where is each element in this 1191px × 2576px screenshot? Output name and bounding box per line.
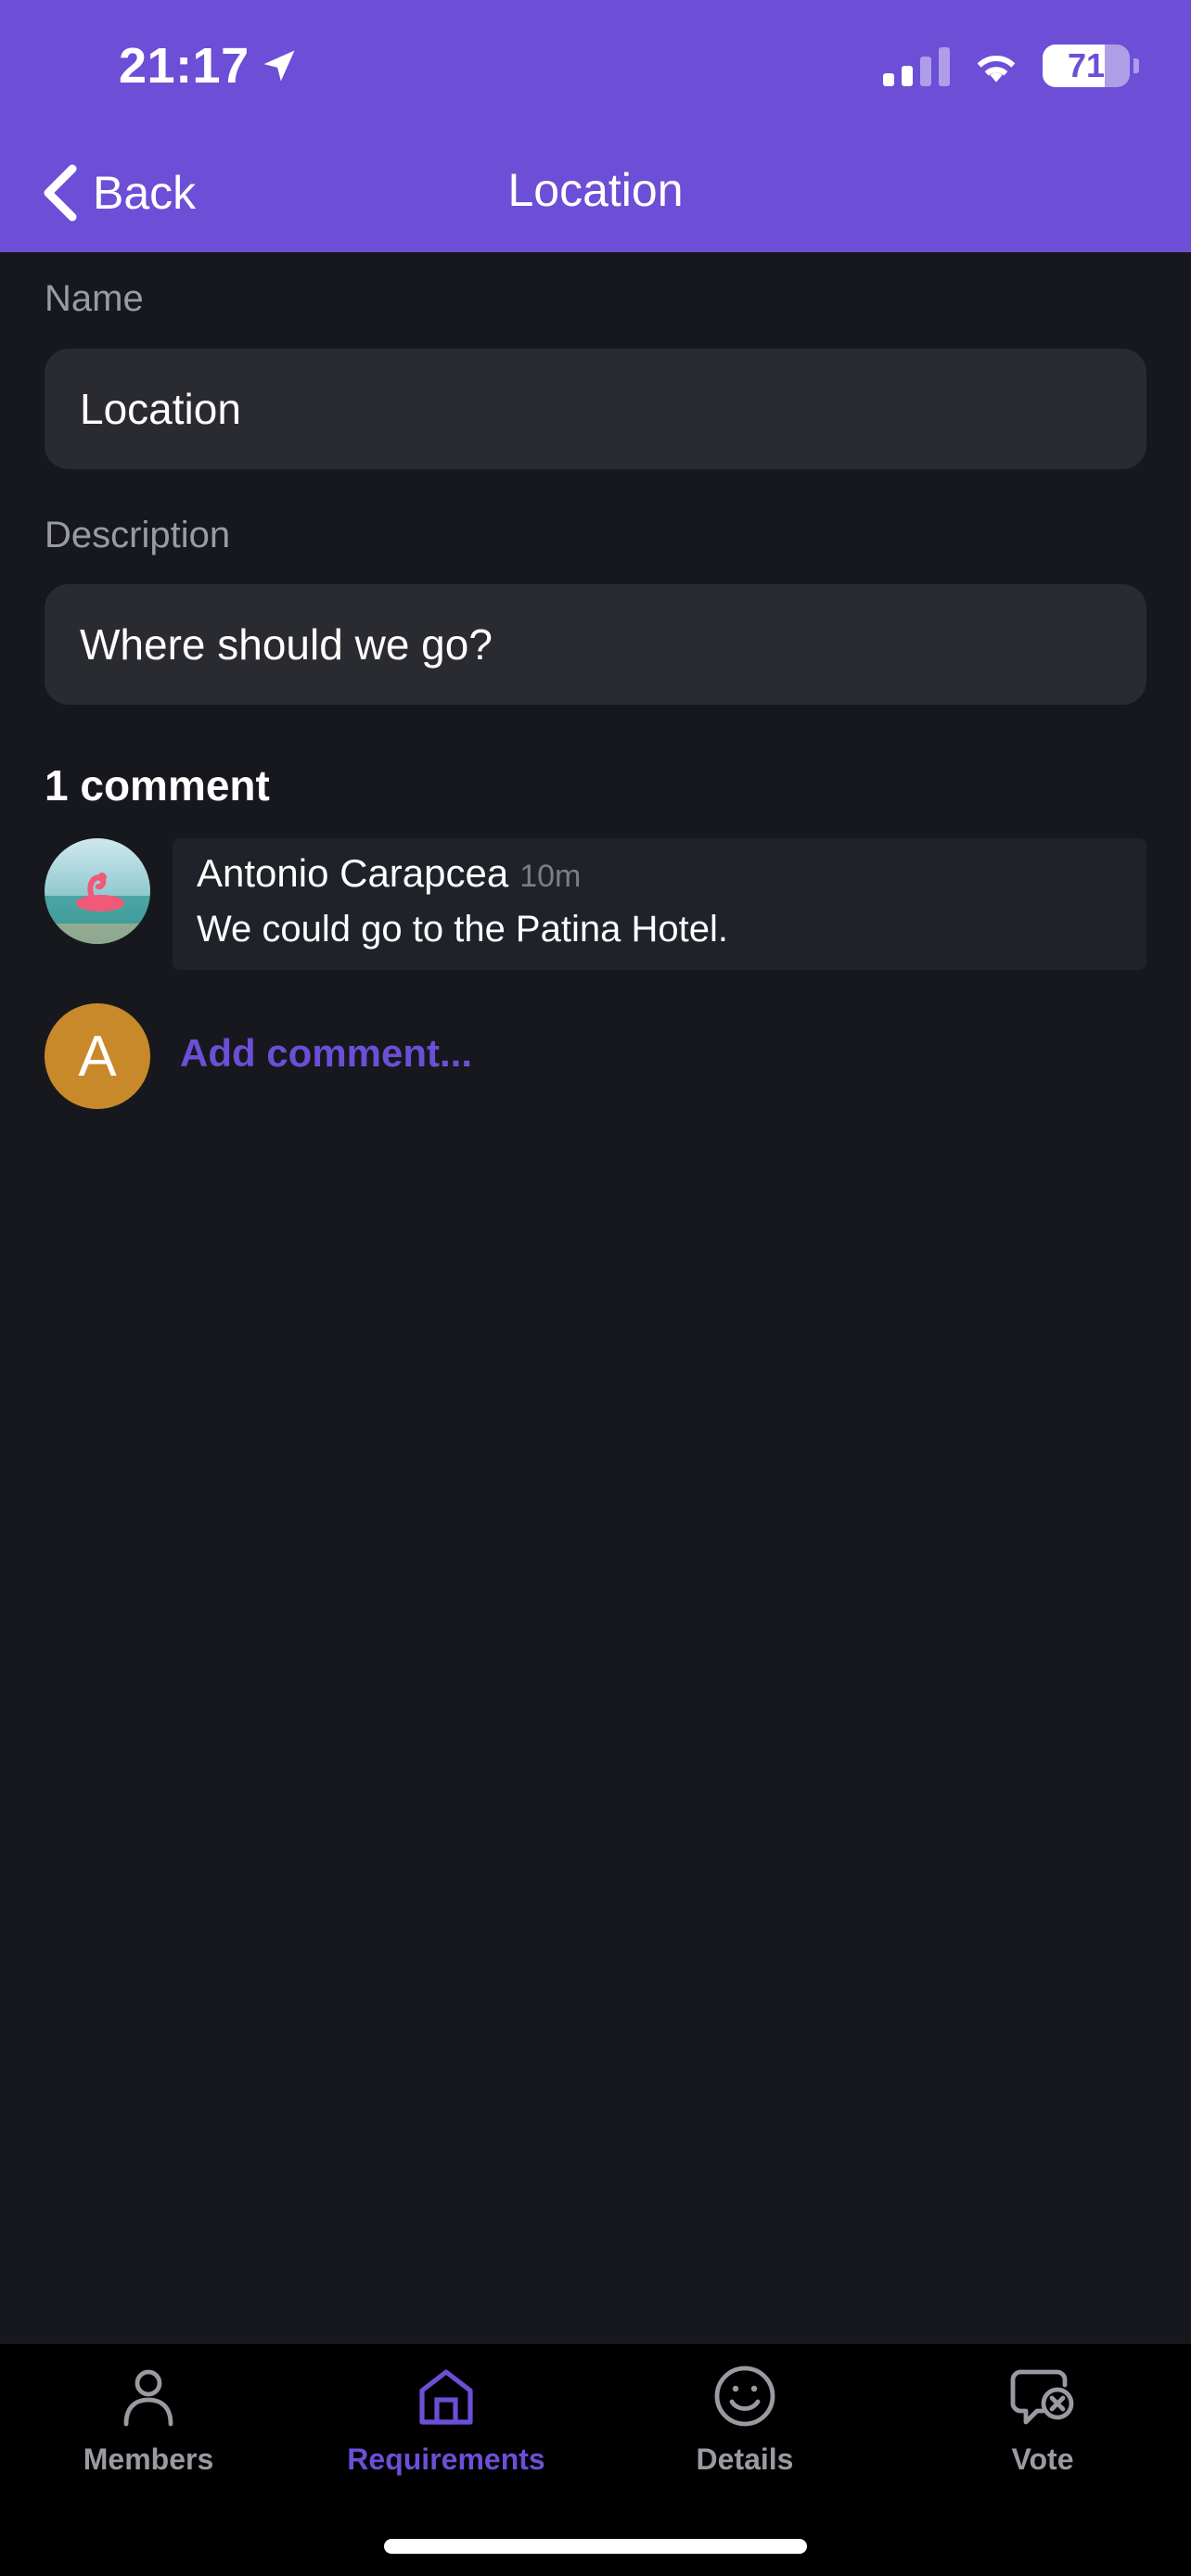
top-bar: 21:17 71 Back Location (0, 0, 1191, 252)
tab-details[interactable]: Details (643, 2363, 847, 2477)
back-label: Back (93, 167, 197, 219)
back-button[interactable]: Back (39, 163, 196, 223)
comment-time: 10m (519, 859, 582, 894)
name-label: Name (45, 278, 144, 319)
smiley-icon (714, 2366, 775, 2427)
tab-requirements[interactable]: Requirements (344, 2363, 548, 2477)
status-indicators: 71 (883, 45, 1139, 87)
tab-members[interactable]: Members (46, 2363, 250, 2477)
add-comment-button[interactable]: Add comment... (180, 1031, 472, 1076)
battery-percentage: 71 (1067, 46, 1106, 84)
status-time: 21:17 (119, 37, 300, 95)
home-indicator (384, 2539, 807, 2554)
flamingo-float-photo (45, 838, 150, 944)
wifi-icon (977, 55, 1016, 83)
current-user-avatar: A (45, 1003, 150, 1109)
person-icon (123, 2369, 173, 2427)
chat-bubble-x-icon (1010, 2369, 1074, 2425)
cellular-signal-icon (883, 45, 950, 86)
description-field[interactable]: Where should we go? (45, 584, 1146, 705)
comments-count: 1 comment (45, 761, 270, 810)
name-field[interactable]: Location (45, 349, 1146, 469)
avatar (45, 838, 150, 944)
description-label: Description (45, 515, 231, 555)
chevron-left-icon (44, 164, 77, 222)
comment-text: We could go to the Patina Hotel. (197, 909, 728, 950)
battery-icon: 71 (1043, 45, 1130, 87)
comment-author[interactable]: Antonio Carapcea (197, 851, 508, 896)
location-arrow-icon (263, 50, 295, 82)
home-icon (419, 2369, 473, 2425)
comment-card: Antonio Carapcea 10m We could go to the … (173, 838, 1146, 970)
tab-vote[interactable]: Vote (941, 2363, 1145, 2477)
